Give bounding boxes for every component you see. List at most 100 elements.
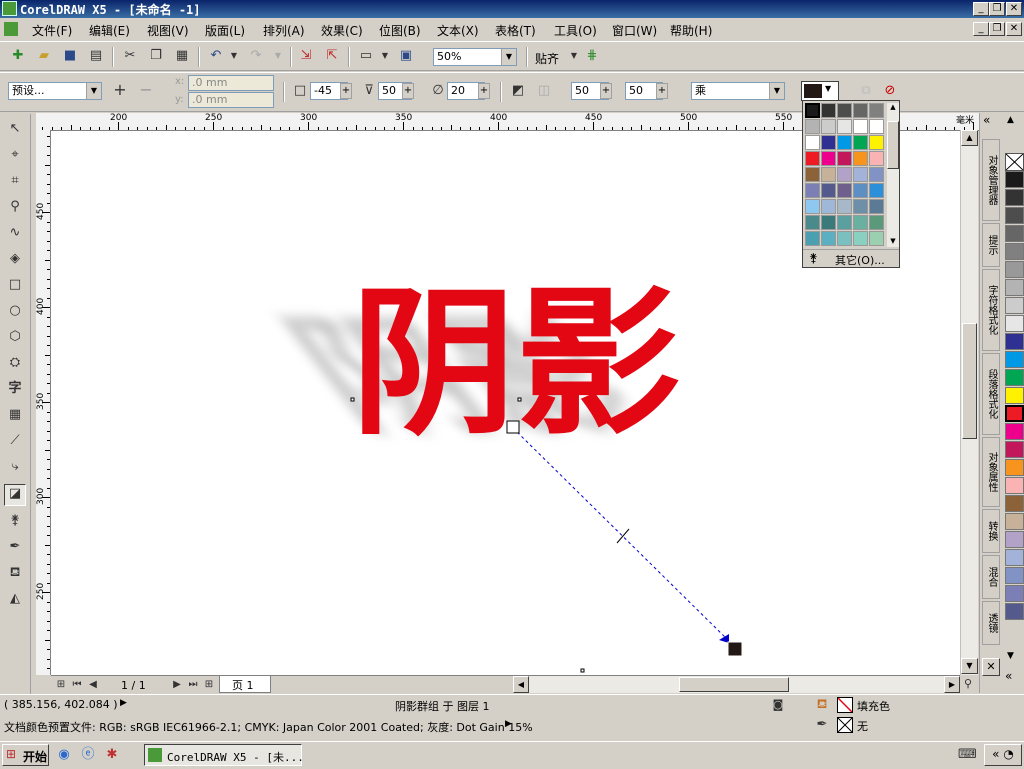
palette-color-swatch[interactable] xyxy=(1005,369,1024,386)
angle-stepper[interactable]: + xyxy=(340,83,352,99)
shadow-color-picker[interactable]: ▼ xyxy=(801,81,839,101)
popup-color-swatch[interactable] xyxy=(869,215,884,230)
palette-color-swatch[interactable] xyxy=(1005,351,1024,368)
cut-icon[interactable]: ✂ xyxy=(122,48,138,64)
vertical-scroll-thumb[interactable] xyxy=(962,323,977,439)
outline-color-swatch[interactable] xyxy=(837,717,853,733)
tray-expand-icon[interactable]: « ◔ xyxy=(984,744,1022,766)
remove-preset-icon[interactable]: − xyxy=(138,82,154,98)
palette-color-swatch[interactable] xyxy=(1005,477,1024,494)
save-icon[interactable]: ■ xyxy=(62,48,78,64)
docker-tab-blend[interactable]: 混合 xyxy=(982,555,1000,599)
transparency-mode-combo[interactable]: 乘 ▼ xyxy=(691,82,785,100)
popup-color-swatch[interactable] xyxy=(805,103,820,118)
profile-expand-icon[interactable]: ▶ xyxy=(505,719,512,729)
palette-color-swatch[interactable] xyxy=(1005,279,1024,296)
popup-color-swatch[interactable] xyxy=(853,183,868,198)
selection-handle[interactable] xyxy=(350,397,355,402)
shadow-start-handle[interactable] xyxy=(506,420,520,434)
shadow-opacity-slider[interactable] xyxy=(616,528,630,544)
palette-color-swatch[interactable] xyxy=(1005,387,1024,404)
new-document-icon[interactable]: ✚ xyxy=(10,48,26,64)
popup-color-swatch[interactable] xyxy=(853,135,868,150)
popup-color-swatch[interactable] xyxy=(869,135,884,150)
start-button[interactable]: ⊞ 开始 xyxy=(2,744,49,766)
popup-color-swatch[interactable] xyxy=(805,199,820,214)
document-icon[interactable] xyxy=(4,22,18,36)
color-proof-icon[interactable]: ◙ xyxy=(770,697,786,713)
add-preset-icon[interactable]: + xyxy=(112,82,128,98)
freehand-tool-icon[interactable]: ∿ xyxy=(6,224,24,242)
print-icon[interactable]: ▤ xyxy=(88,48,104,64)
palette-color-swatch[interactable] xyxy=(1005,405,1024,422)
popup-color-swatch[interactable] xyxy=(869,183,884,198)
palette-color-swatch[interactable] xyxy=(1005,423,1024,440)
fade-stepper[interactable]: + xyxy=(600,83,612,99)
scroll-down-icon[interactable]: ▼ xyxy=(887,237,899,247)
table-tool-icon[interactable]: ▦ xyxy=(6,406,24,424)
dynamic-guides-icon[interactable]: ⋕ xyxy=(584,48,600,64)
next-page-icon[interactable]: ▶ xyxy=(169,677,185,693)
scroll-right-icon[interactable]: ▶ xyxy=(944,676,960,693)
menu-edit[interactable]: 编辑(E) xyxy=(89,22,130,39)
palette-color-swatch[interactable] xyxy=(1005,189,1024,206)
popup-color-swatch[interactable] xyxy=(837,151,852,166)
popup-color-swatch[interactable] xyxy=(869,119,884,134)
popup-color-swatch[interactable] xyxy=(869,103,884,118)
clear-shadow-icon[interactable]: ⊘ xyxy=(882,83,898,99)
ie-icon[interactable]: ⓔ xyxy=(80,747,96,763)
close-docker-icon[interactable]: ✕ xyxy=(982,658,1000,676)
chevron-down-icon[interactable]: ▼ xyxy=(86,83,101,99)
fill-tool-icon[interactable]: ⛾ xyxy=(6,564,24,582)
close-button[interactable]: ✕ xyxy=(1006,2,1022,16)
menu-file[interactable]: 文件(F) xyxy=(32,22,72,39)
menu-table[interactable]: 表格(T) xyxy=(495,22,536,39)
smart-fill-tool-icon[interactable]: ◈ xyxy=(6,250,24,268)
popup-color-swatch[interactable] xyxy=(821,167,836,182)
popup-color-swatch[interactable] xyxy=(805,183,820,198)
connector-tool-icon[interactable]: ⤷ xyxy=(6,458,24,476)
feather-direction-icon[interactable]: ◩ xyxy=(510,83,526,99)
zoom-navigator-icon[interactable]: ⚲ xyxy=(960,676,976,692)
popup-color-swatch[interactable] xyxy=(853,151,868,166)
popup-color-swatch[interactable] xyxy=(869,167,884,182)
popup-color-swatch[interactable] xyxy=(821,231,836,246)
collapse-dockers-icon[interactable]: « xyxy=(983,113,990,127)
menu-text[interactable]: 文本(X) xyxy=(437,22,479,39)
chevron-down-icon[interactable]: ▼ xyxy=(501,49,516,65)
polygon-tool-icon[interactable]: ⬡ xyxy=(6,328,24,346)
coreldraw-app-icon[interactable] xyxy=(2,1,17,16)
menu-view[interactable]: 视图(V) xyxy=(147,22,189,39)
popup-color-swatch[interactable] xyxy=(853,167,868,182)
popup-color-swatch[interactable] xyxy=(869,231,884,246)
redo-icon[interactable]: ↷ xyxy=(248,48,264,64)
last-page-icon[interactable]: ⏭ xyxy=(185,677,201,693)
menu-arrange[interactable]: 排列(A) xyxy=(263,22,305,39)
popup-color-swatch[interactable] xyxy=(821,135,836,150)
palette-color-swatch[interactable] xyxy=(1005,333,1024,350)
palette-color-swatch[interactable] xyxy=(1005,243,1024,260)
offset-y-field[interactable]: .0 mm xyxy=(188,92,274,108)
palette-color-swatch[interactable] xyxy=(1005,585,1024,602)
menu-bitmaps[interactable]: 位图(B) xyxy=(379,22,421,39)
zoom-level-combo[interactable]: 50% ▼ xyxy=(433,48,517,66)
palette-color-swatch[interactable] xyxy=(1005,171,1024,188)
feather-stepper[interactable]: + xyxy=(478,83,490,99)
popup-color-swatch[interactable] xyxy=(805,119,820,134)
undo-icon[interactable]: ↶ xyxy=(208,48,224,64)
paste-icon[interactable]: ▦ xyxy=(174,48,190,64)
menu-tools[interactable]: 工具(O) xyxy=(554,22,597,39)
horizontal-scrollbar[interactable]: ◀ ▶ xyxy=(513,676,960,693)
popup-scrollbar[interactable]: ▲ ▼ xyxy=(887,103,899,247)
popup-color-swatch[interactable] xyxy=(837,199,852,214)
add-page-before-icon[interactable]: ⊞ xyxy=(53,677,69,693)
first-page-icon[interactable]: ⏮ xyxy=(69,677,85,693)
no-color-swatch[interactable] xyxy=(1005,153,1024,171)
text-tool-icon[interactable]: 字 xyxy=(6,380,24,398)
scroll-up-icon[interactable]: ▲ xyxy=(961,130,978,146)
menu-layout[interactable]: 版面(L) xyxy=(205,22,245,39)
other-colors-item[interactable]: ⚵ 其它(O)... xyxy=(803,249,899,268)
welcome-screen-icon[interactable]: ▣ xyxy=(398,48,414,64)
redo-dropdown-icon[interactable]: ▼ xyxy=(270,48,286,64)
browser-icon[interactable]: ◉ xyxy=(56,747,72,763)
